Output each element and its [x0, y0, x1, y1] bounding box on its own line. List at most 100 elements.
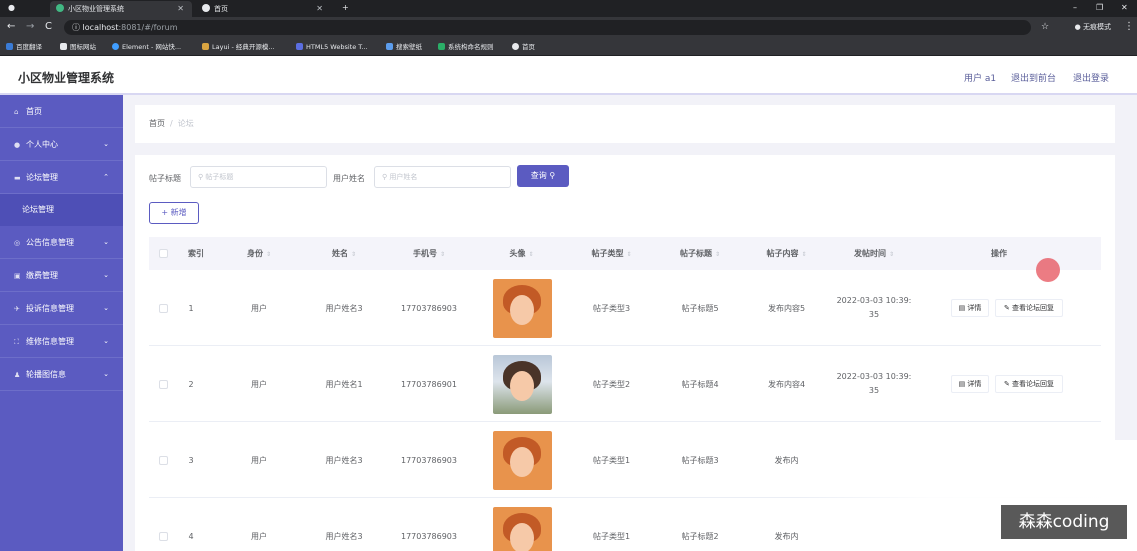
table-row: 1 用户 用户姓名3 17703786903 帖子类型3 帖子标题5 发布内容5…	[149, 271, 1101, 346]
chevron-down-icon: ⌄	[103, 271, 109, 279]
col-role[interactable]: 身份 ⇕	[224, 237, 294, 270]
view-reply-button[interactable]: ✎ 查看论坛回复	[995, 299, 1063, 317]
cell-type: 帖子类型2	[592, 380, 631, 389]
sidebar-item-complaint[interactable]: ✈ 投诉信息管理 ⌄	[0, 292, 123, 325]
sort-icon: ⇕	[350, 251, 357, 258]
address-bar[interactable]: ⓘ localhost:8081/#/forum	[64, 20, 1031, 35]
sidebar-item-notice[interactable]: ◎ 公告信息管理 ⌄	[0, 226, 123, 259]
chevron-down-icon: ⌄	[103, 337, 109, 345]
view-reply-button[interactable]: ✎ 查看论坛回复	[995, 375, 1063, 393]
minimize-icon[interactable]: –	[1073, 0, 1077, 16]
window-close-icon[interactable]: ✕	[1121, 0, 1128, 16]
edit-icon: ✎	[1003, 304, 1013, 312]
reload-icon[interactable]: C	[45, 20, 52, 34]
sidebar-item-payment[interactable]: ▣ 缴费管理 ⌄	[0, 259, 123, 292]
info-icon: ⓘ	[72, 23, 83, 32]
col-phone[interactable]: 手机号 ⇕	[389, 237, 469, 270]
new-tab-icon[interactable]: +	[342, 0, 349, 16]
bookmark-item[interactable]: 百度翻译	[6, 41, 42, 53]
maximize-icon[interactable]: ❐	[1096, 0, 1103, 16]
row-checkbox[interactable]	[159, 380, 168, 389]
sidebar-item-repair[interactable]: ⛶ 维修信息管理 ⌄	[0, 325, 123, 358]
breadcrumb-home[interactable]: 首页	[149, 119, 165, 128]
tab-title: 小区物业管理系统	[68, 5, 124, 13]
avatar-image	[493, 279, 552, 338]
sidebar-item-forum[interactable]: ▬ 论坛管理 ⌃	[0, 161, 123, 194]
cell-type: 帖子类型1	[592, 456, 631, 465]
browser-menu-icon[interactable]: ●	[8, 0, 15, 16]
bookmark-item[interactable]: 系统构命名规则	[438, 41, 494, 53]
search-button[interactable]: 查询 ⚲	[517, 165, 569, 187]
tab-close-icon[interactable]: ✕	[316, 1, 323, 17]
cell-name: 用户姓名3	[325, 456, 363, 465]
bookmark-item[interactable]: HTML5 Website T...	[296, 41, 368, 53]
col-time[interactable]: 发帖时间 ⇕	[829, 237, 919, 270]
user-filter-label: 用户姓名	[333, 174, 365, 183]
user-search-input[interactable]: ⚲ 用户姓名	[374, 166, 511, 188]
cell-content: 发布内容4	[767, 380, 806, 389]
bookmarks-bar: 百度翻译 图标网站 Element - 网站快... Layui - 经典开源模…	[0, 38, 1137, 56]
add-button[interactable]: + 新增	[149, 202, 199, 224]
cell-name: 用户姓名3	[325, 304, 363, 313]
bookmark-item[interactable]: Element - 网站快...	[112, 41, 181, 53]
sidebar-subitem-forum[interactable]: 论坛管理	[0, 194, 123, 226]
browser-more-icon[interactable]: ⋮	[1124, 20, 1134, 34]
forward-icon[interactable]: →	[26, 20, 34, 34]
detail-button[interactable]: ▤ 详情	[951, 375, 989, 393]
chevron-down-icon: ⌄	[103, 304, 109, 312]
back-icon[interactable]: ←	[7, 20, 15, 34]
watermark: 森森coding	[1001, 505, 1127, 539]
bookmark-item[interactable]: 图标网站	[60, 41, 96, 53]
detail-button[interactable]: ▤ 详情	[951, 299, 989, 317]
browser-tab-active[interactable]: 小区物业管理系统 ✕	[50, 1, 192, 17]
col-avatar[interactable]: 头像 ⇕	[484, 237, 559, 270]
plus-icon: +	[161, 208, 171, 217]
row-checkbox[interactable]	[159, 532, 168, 541]
tab-close-icon[interactable]: ✕	[177, 1, 184, 17]
payment-icon: ▣	[14, 272, 21, 280]
bookmark-item[interactable]: Layui - 经典开源模...	[202, 41, 275, 53]
url-path: :8081/#/forum	[118, 23, 178, 32]
col-type[interactable]: 帖子类型 ⇕	[574, 237, 649, 270]
to-front-link[interactable]: 退出到前台	[1011, 71, 1056, 84]
col-name[interactable]: 姓名 ⇕	[309, 237, 379, 270]
cell-phone: 17703786903	[401, 456, 457, 465]
chevron-down-icon: ⌄	[103, 140, 109, 148]
bookmark-item[interactable]: 搜索壁纸	[386, 41, 422, 53]
bookmark-star-icon[interactable]: ☆	[1041, 20, 1049, 34]
chat-icon: ▬	[14, 174, 21, 182]
sidebar-item-home[interactable]: ⌂ 首页	[0, 95, 123, 128]
row-checkbox[interactable]	[159, 304, 168, 313]
chevron-up-icon: ⌃	[103, 173, 109, 181]
cell-time: 2022-03-03 10:39: 35	[836, 372, 912, 395]
sidebar-item-label: 首页	[26, 107, 42, 116]
cell-title: 帖子标题2	[681, 532, 719, 541]
avatar-image	[493, 431, 552, 490]
sort-icon: ⇕	[439, 251, 446, 258]
url-host: localhost	[82, 23, 119, 32]
select-all-checkbox[interactable]	[159, 249, 168, 258]
sidebar-item-profile[interactable]: ● 个人中心 ⌄	[0, 128, 123, 161]
breadcrumb-separator: /	[170, 119, 173, 128]
title-search-input[interactable]: ⚲ 帖子标题	[190, 166, 327, 188]
app-title: 小区物业管理系统	[18, 71, 115, 85]
bookmark-item[interactable]: 首页	[512, 41, 535, 53]
incognito-indicator[interactable]: ● 无痕模式	[1075, 20, 1111, 35]
home-icon: ⌂	[14, 108, 19, 116]
col-content[interactable]: 帖子内容 ⇕	[749, 237, 824, 270]
globe-favicon-icon	[202, 4, 210, 12]
logout-link[interactable]: 退出登录	[1073, 71, 1109, 84]
sort-icon: ⇕	[528, 251, 534, 258]
cell-title: 帖子标题3	[681, 456, 719, 465]
cell-role: 用户	[251, 532, 267, 541]
sidebar-item-carousel[interactable]: ♟ 轮播图信息 ⌄	[0, 358, 123, 391]
cell-name: 用户姓名3	[325, 532, 363, 541]
cell-type: 帖子类型1	[592, 532, 631, 541]
col-title[interactable]: 帖子标题 ⇕	[661, 237, 739, 270]
row-checkbox[interactable]	[159, 456, 168, 465]
edit-icon: ✎	[1003, 380, 1013, 388]
notice-icon: ◎	[14, 239, 21, 247]
browser-tab[interactable]: 首页 ✕	[196, 1, 331, 17]
cell-name: 用户姓名1	[325, 380, 363, 389]
sort-icon: ⇕	[265, 251, 272, 258]
